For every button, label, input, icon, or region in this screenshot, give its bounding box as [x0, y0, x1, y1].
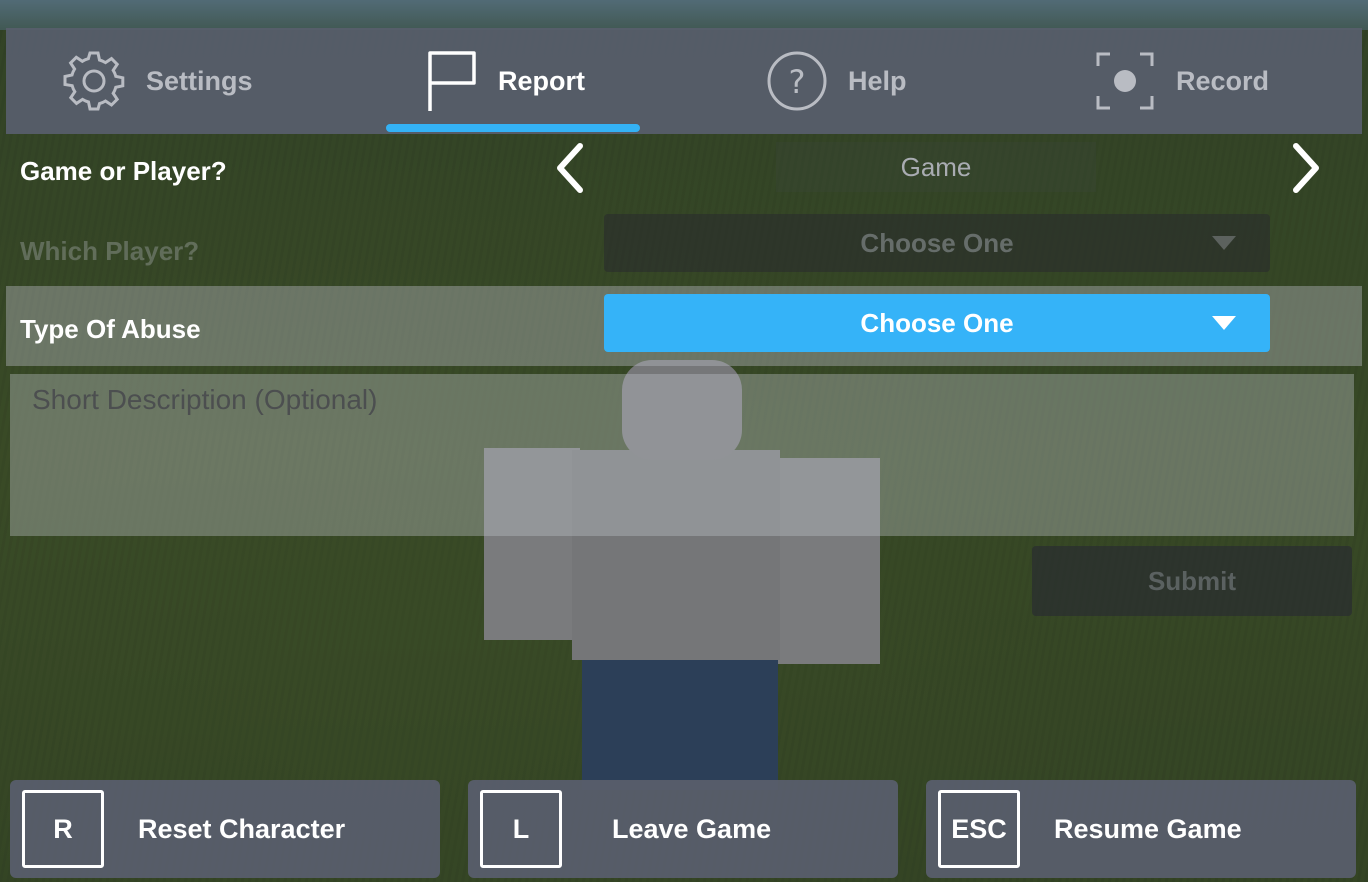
- game-or-player-value: Game: [776, 142, 1096, 192]
- caret-down-icon: [1212, 236, 1236, 250]
- which-player-label: Which Player?: [20, 236, 200, 266]
- submit-button[interactable]: Submit: [1032, 546, 1352, 616]
- tab-help[interactable]: ? Help: [766, 28, 907, 134]
- gear-icon: [62, 49, 126, 113]
- leave-game-label: Leave Game: [612, 814, 772, 844]
- reset-key-hint: R: [22, 790, 104, 868]
- caret-down-icon: [1212, 316, 1236, 330]
- tab-report-label: Report: [498, 65, 585, 96]
- tab-record[interactable]: Record: [1094, 28, 1269, 134]
- leave-game-button[interactable]: L Leave Game: [468, 780, 898, 878]
- flag-icon: [424, 49, 478, 113]
- tab-help-label: Help: [848, 65, 907, 96]
- menu-tab-bar: Settings Report ? Help Record: [6, 28, 1362, 134]
- which-player-dropdown-value: Choose One: [860, 227, 1014, 258]
- svg-text:?: ?: [789, 63, 806, 101]
- reset-character-label: Reset Character: [138, 814, 346, 844]
- chevron-right-icon: [1293, 143, 1319, 193]
- type-of-abuse-label: Type Of Abuse: [20, 314, 201, 344]
- active-tab-indicator: [386, 124, 640, 132]
- type-of-abuse-dropdown-value: Choose One: [860, 307, 1014, 338]
- record-icon: [1094, 50, 1156, 112]
- selector-next-button[interactable]: [1280, 140, 1330, 196]
- submit-button-label: Submit: [1147, 565, 1237, 596]
- short-description-input[interactable]: [10, 374, 1354, 536]
- escape-menu: Settings Report ? Help Record Game or Pl…: [6, 10, 1362, 878]
- selector-prev-button[interactable]: [546, 140, 596, 196]
- tab-settings-label: Settings: [146, 65, 253, 96]
- reset-character-button[interactable]: R Reset Character: [10, 780, 440, 878]
- resume-key-hint: ESC: [938, 790, 1020, 868]
- leave-key-hint: L: [480, 790, 562, 868]
- type-of-abuse-dropdown[interactable]: Choose One: [604, 294, 1270, 352]
- resume-game-label: Resume Game: [1054, 814, 1242, 844]
- tab-settings[interactable]: Settings: [62, 28, 253, 134]
- which-player-dropdown[interactable]: Choose One: [604, 214, 1270, 272]
- tab-report[interactable]: Report: [424, 28, 585, 134]
- tab-record-label: Record: [1176, 65, 1270, 96]
- help-icon: ?: [766, 50, 828, 112]
- resume-game-button[interactable]: ESC Resume Game: [926, 780, 1356, 878]
- game-or-player-label: Game or Player?: [20, 156, 227, 186]
- game-or-player-selector: Game: [546, 138, 1330, 198]
- chevron-left-icon: [557, 143, 583, 193]
